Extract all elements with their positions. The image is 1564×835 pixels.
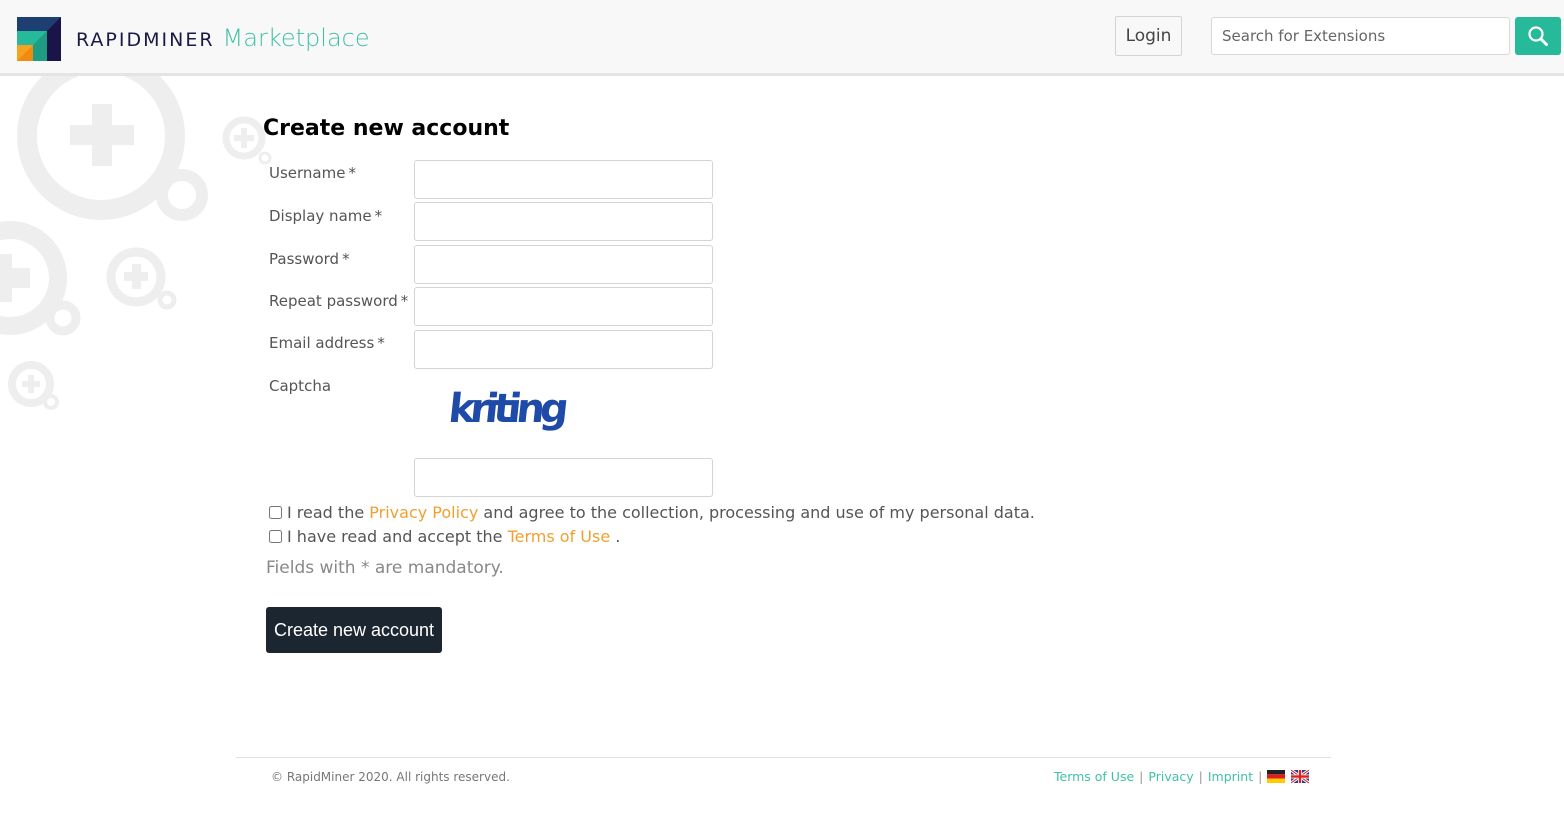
footer-imprint-link[interactable]: Imprint (1208, 769, 1253, 784)
footer-links: Terms of Use | Privacy | Imprint | (1054, 769, 1315, 784)
terms-checkbox[interactable] (269, 530, 282, 543)
privacy-policy-link[interactable]: Privacy Policy (369, 503, 478, 522)
captcha-field[interactable] (414, 458, 713, 497)
captcha-text: kriting (448, 386, 568, 432)
copyright: © RapidMiner 2020. All rights reserved. (271, 770, 510, 784)
separator: | (1198, 769, 1203, 784)
form-row-email: Email address * (269, 330, 414, 352)
header: RAPIDMINER Marketplace Login (0, 0, 1564, 76)
footer-terms-link[interactable]: Terms of Use (1054, 769, 1134, 784)
form-row-repeat-password: Repeat password * (269, 288, 414, 310)
repeat-password-label: Repeat password * (269, 292, 409, 310)
uk-flag-icon[interactable] (1291, 770, 1310, 783)
login-button[interactable]: Login (1115, 16, 1182, 56)
search-input[interactable] (1211, 17, 1510, 55)
search-button[interactable] (1515, 17, 1561, 55)
form-row-password: Password * (269, 246, 414, 268)
display-name-field[interactable] (414, 202, 713, 241)
separator: | (1139, 769, 1144, 784)
footer-divider (236, 757, 1331, 758)
create-account-button[interactable]: Create new account (266, 607, 442, 653)
captcha-label: Captcha (269, 377, 332, 395)
footer-privacy-link[interactable]: Privacy (1148, 769, 1193, 784)
email-field[interactable] (414, 330, 713, 369)
terms-suffix: . (615, 527, 621, 546)
form-row-captcha: Captcha (269, 373, 414, 395)
password-label: Password * (269, 250, 350, 268)
username-label: Username * (269, 164, 356, 182)
form-row-display-name: Display name * (269, 203, 414, 225)
repeat-password-field[interactable] (414, 287, 713, 326)
search-icon (1528, 26, 1548, 46)
brand[interactable]: RAPIDMINER Marketplace (76, 24, 370, 52)
brand-subtitle: Marketplace (222, 24, 370, 52)
terms-prefix: I have read and accept the (287, 527, 503, 546)
privacy-prefix: I read the (287, 503, 365, 522)
rapidminer-logo-icon[interactable] (17, 17, 61, 61)
privacy-checkbox[interactable] (269, 506, 282, 519)
password-field[interactable] (414, 245, 713, 284)
privacy-consent-row: I read the Privacy Policy and agree to t… (269, 503, 1035, 522)
captcha-image: kriting (448, 386, 568, 432)
page-title: Create new account (263, 116, 510, 141)
german-flag-icon[interactable] (1267, 770, 1286, 783)
brand-name: RAPIDMINER (76, 29, 215, 51)
terms-of-use-link[interactable]: Terms of Use (508, 527, 611, 546)
email-label: Email address * (269, 334, 385, 352)
mandatory-note: Fields with * are mandatory. (266, 558, 504, 578)
username-field[interactable] (414, 160, 713, 199)
separator: | (1258, 769, 1263, 784)
display-name-label: Display name * (269, 207, 383, 225)
privacy-suffix: and agree to the collection, processing … (483, 503, 1035, 522)
background-decoration (0, 76, 272, 410)
terms-consent-row: I have read and accept the Terms of Use … (269, 527, 620, 546)
form-row-username: Username * (269, 160, 414, 182)
